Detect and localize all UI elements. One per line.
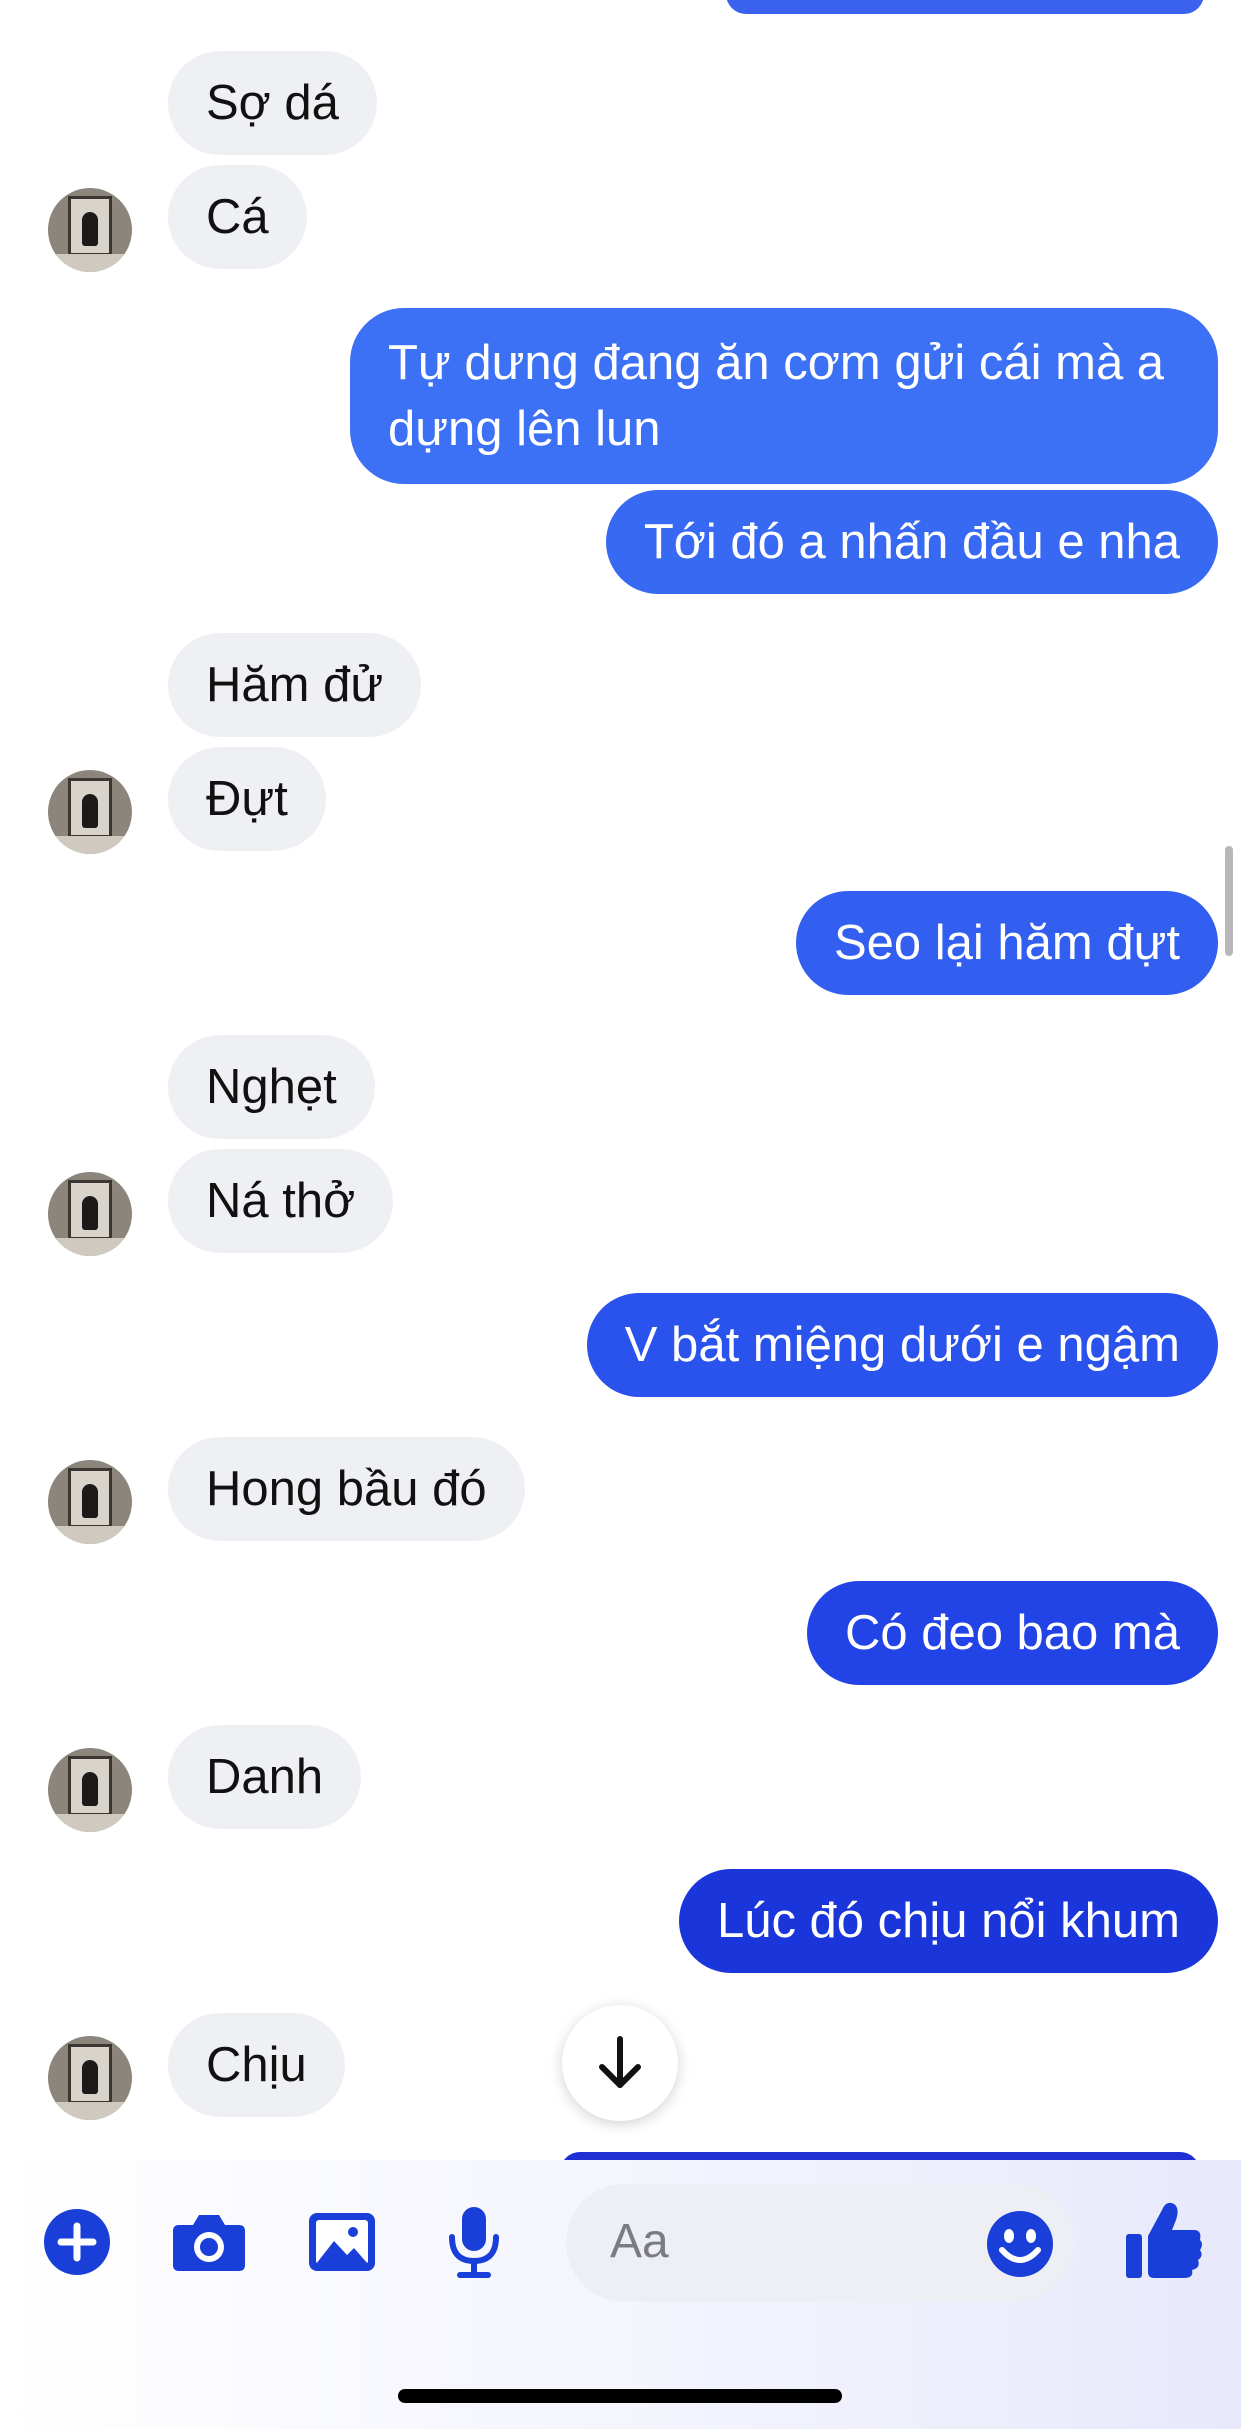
message-bubble-incoming[interactable]: Cá xyxy=(168,165,307,269)
message-bubble-outgoing[interactable]: Tới đó a nhấn đầu e nha xyxy=(605,490,1218,594)
message-input-placeholder: Aa xyxy=(610,2215,669,2268)
message-list[interactable]: Sợ dá Cá Tự dưng đang ăn cơm gửi cái mà … xyxy=(0,0,1241,2160)
arrow-down-icon xyxy=(599,2036,641,2088)
microphone-icon xyxy=(449,2207,499,2278)
message-bubble-outgoing[interactable]: Có đeo bao mà xyxy=(806,1581,1218,1685)
contact-avatar[interactable] xyxy=(48,2036,132,2120)
camera-button[interactable] xyxy=(169,2202,249,2282)
add-button[interactable] xyxy=(37,2202,117,2282)
message-bubble-outgoing[interactable]: Seo lại hăm đựt xyxy=(795,891,1218,995)
scrollbar[interactable] xyxy=(1225,846,1233,956)
message-bubble-incoming[interactable]: Danh xyxy=(168,1725,362,1829)
message-bubble-incoming[interactable]: Nghẹt xyxy=(168,1035,375,1139)
message-bubble-partial xyxy=(726,0,1204,14)
message-bubble-incoming[interactable]: Sợ dá xyxy=(168,51,377,155)
message-bubble-outgoing[interactable]: Lúc đó chịu nổi khum xyxy=(678,1869,1218,1973)
scroll-to-bottom-button[interactable] xyxy=(562,2005,678,2121)
message-bubble-incoming[interactable]: Đựt xyxy=(168,747,326,851)
home-indicator xyxy=(398,2389,842,2403)
message-bubble-incoming[interactable]: Chịu xyxy=(168,2013,345,2117)
camera-icon xyxy=(173,2215,245,2271)
emoji-button[interactable] xyxy=(984,2208,1056,2280)
contact-avatar[interactable] xyxy=(48,1748,132,1832)
gallery-button[interactable] xyxy=(302,2202,382,2282)
message-bubble-incoming[interactable]: Hăm đử xyxy=(168,633,422,737)
message-bubble-partial xyxy=(560,2152,1200,2160)
thumbs-up-icon xyxy=(1126,2202,1202,2278)
like-button[interactable] xyxy=(1124,2198,1204,2282)
message-bubble-outgoing[interactable]: Tự dưng đang ăn cơm gửi cái mà a dựng lê… xyxy=(350,308,1218,484)
plus-icon xyxy=(44,2209,110,2275)
message-bubble-outgoing[interactable]: V bắt miệng dưới e ngậm xyxy=(586,1293,1218,1397)
contact-avatar[interactable] xyxy=(48,1460,132,1544)
voice-button[interactable] xyxy=(434,2202,514,2282)
smiley-icon xyxy=(987,2211,1053,2277)
message-bubble-incoming[interactable]: Hong bầu đó xyxy=(168,1437,525,1541)
contact-avatar[interactable] xyxy=(48,188,132,272)
contact-avatar[interactable] xyxy=(48,1172,132,1256)
message-bubble-incoming[interactable]: Ná thở xyxy=(168,1149,394,1253)
image-icon xyxy=(309,2213,375,2271)
contact-avatar[interactable] xyxy=(48,770,132,854)
